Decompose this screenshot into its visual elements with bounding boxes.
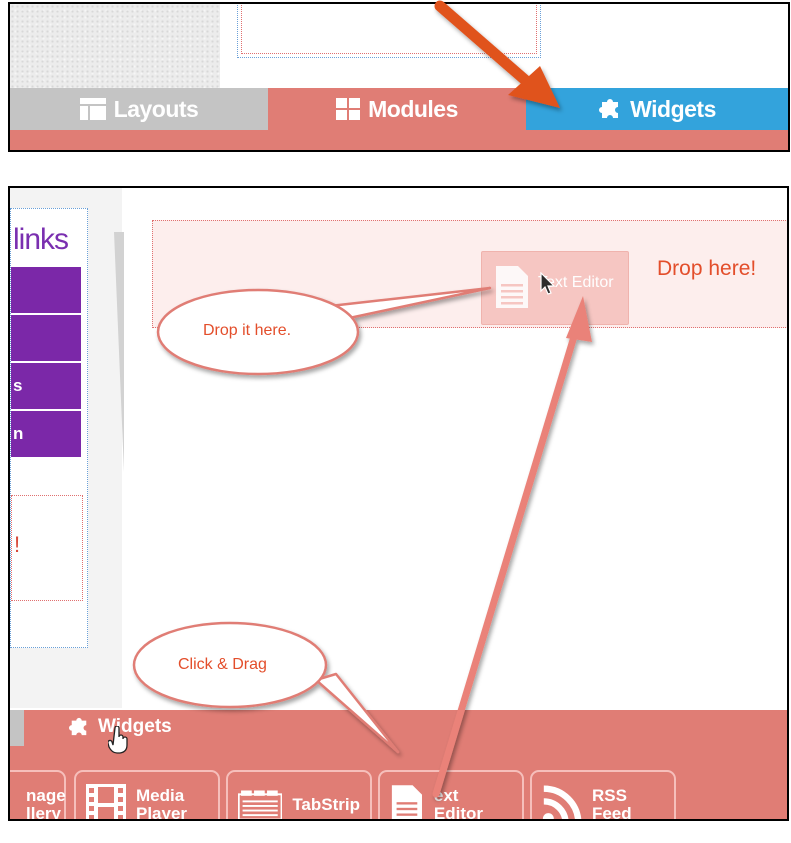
sidebar-link-row[interactable] [11, 267, 81, 313]
dragged-widget-ghost[interactable]: Text Editor [481, 251, 629, 325]
sidebar-link-row[interactable]: s [11, 363, 81, 409]
column-divider [114, 232, 124, 472]
tab-modules-label: Modules [368, 95, 458, 122]
widget-label: TabStrip [292, 795, 360, 815]
mouse-cursor-icon [540, 272, 556, 295]
callout-drag-text: Click & Drag [178, 656, 267, 673]
widgets-toolbar: Widgets nage llery Media Player TabStrip… [10, 710, 787, 821]
widget-label: nage [26, 786, 66, 806]
widget-rss-feed-button[interactable]: RSS Feed [530, 770, 676, 821]
tab-layouts[interactable]: Layouts [10, 88, 268, 130]
sidebar-drop-text: ! [14, 532, 21, 557]
tab-widgets-active[interactable]: Widgets [68, 716, 172, 754]
puzzle-icon [69, 717, 87, 736]
textured-background [10, 4, 220, 88]
widget-label: Player [136, 804, 188, 821]
widget-media-player-button[interactable]: Media Player [74, 770, 220, 821]
widget-image-gallery-button[interactable]: nage llery [10, 770, 66, 821]
grid-icon [336, 98, 361, 120]
widget-label: ext Editor [433, 786, 483, 821]
tabstrip-icon [238, 790, 283, 819]
panel-tab-bar: Layouts Modules Widgets [10, 88, 788, 130]
layout-icon [79, 98, 106, 120]
sidebar-module: links s n ! [10, 208, 88, 648]
sidebar-drop-box: ! [11, 495, 83, 601]
tab-widgets[interactable]: Widgets [526, 88, 788, 130]
rss-icon [542, 785, 582, 819]
drop-zone[interactable]: Text Editor Drop here! [152, 220, 787, 328]
document-icon [496, 266, 528, 308]
sidebar-link-row[interactable] [11, 315, 81, 361]
tab-widgets-label: Widgets [630, 95, 716, 122]
panel-bottom-bar [10, 130, 788, 150]
sidebar-title: links [13, 223, 69, 256]
top-screenshot-panel: Layouts Modules Widgets [8, 2, 790, 152]
hand-cursor-icon [108, 726, 128, 754]
widget-text-editor-button[interactable]: ext Editor [378, 770, 524, 821]
widget-label: Media [136, 786, 185, 806]
tab-layouts-label: Layouts [113, 95, 199, 122]
sidebar-link-row[interactable]: n [11, 411, 81, 457]
widget-label: llery [26, 804, 61, 821]
document-icon [391, 785, 422, 819]
layout-placeholder-box [237, 4, 541, 58]
drop-here-label: Drop here! [657, 257, 757, 280]
callout-drop-text: Drop it here. [203, 322, 292, 339]
widget-label: RSS Feed [591, 786, 632, 821]
tab-modules[interactable]: Modules [268, 88, 526, 130]
widget-tabstrip-button[interactable]: TabStrip [226, 770, 372, 819]
inactive-tab-edge [10, 710, 24, 746]
film-icon [86, 784, 126, 819]
puzzle-icon [599, 99, 619, 118]
bottom-screenshot-panel: links s n ! Text Editor Drop here! Widge… [8, 186, 789, 821]
